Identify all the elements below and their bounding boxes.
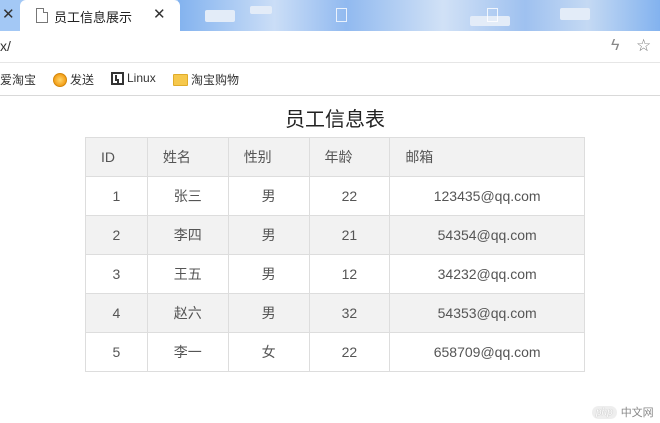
tab-document-icon [487, 8, 498, 22]
bookmark-item[interactable]: 爱淘宝 [0, 71, 36, 88]
header-gender: 性别 [227, 137, 310, 177]
table-row: 1 张三 男 22 123435@qq.com [85, 176, 585, 216]
cell-email: 54354@qq.com [389, 215, 585, 255]
employee-table: ID 姓名 性别 年龄 邮箱 1 张三 男 22 123435@qq.com 2… [85, 137, 585, 372]
cell-age: 22 [308, 332, 391, 372]
bookmark-label: 发送 [70, 73, 95, 87]
cell-email: 658709@qq.com [389, 332, 585, 372]
url-text[interactable]: x/ [0, 38, 11, 54]
cell-name: 李一 [146, 332, 229, 372]
cell-age: 32 [308, 293, 391, 333]
cell-email: 123435@qq.com [389, 176, 585, 216]
cell-gender: 女 [227, 332, 310, 372]
document-icon [36, 8, 48, 23]
cell-id: 4 [85, 293, 148, 333]
bookmark-label: 爱淘宝 [0, 73, 37, 87]
table-row: 3 王五 男 12 34232@qq.com [85, 254, 585, 294]
cell-age: 22 [308, 176, 391, 216]
cell-id: 2 [85, 215, 148, 255]
header-age: 年龄 [308, 137, 391, 177]
cell-email: 54353@qq.com [389, 293, 585, 333]
cell-id: 5 [85, 332, 148, 372]
folder-icon [173, 73, 188, 86]
table-row: 4 赵六 男 32 54353@qq.com [85, 293, 585, 333]
blurred-region [250, 6, 272, 14]
star-icon[interactable]: ☆ [636, 36, 651, 56]
cell-name: 王五 [146, 254, 229, 294]
cell-gender: 男 [227, 254, 310, 294]
cell-gender: 男 [227, 293, 310, 333]
tab-active[interactable]: 员工信息展示 ✕ [20, 0, 180, 31]
address-bar[interactable]: x/ ϟ ☆ [0, 31, 660, 63]
bookmark-label: 淘宝购物 [191, 73, 240, 87]
table-header-row: ID 姓名 性别 年龄 邮箱 [85, 137, 585, 177]
page-title: 员工信息表 [285, 109, 385, 131]
header-id: ID [85, 137, 148, 177]
cell-name: 张三 [146, 176, 229, 216]
tab-strip: ✕ 员工信息展示 ✕ [0, 0, 660, 31]
bookmark-item[interactable]: 发送 [53, 71, 94, 88]
cell-age: 21 [308, 215, 391, 255]
cell-id: 3 [85, 254, 148, 294]
cell-name: 赵六 [146, 293, 229, 333]
cell-id: 1 [85, 176, 148, 216]
php-logo: php [592, 405, 617, 419]
tab-document-icon [336, 8, 347, 22]
cell-email: 34232@qq.com [389, 254, 585, 294]
tab-title: 员工信息展示 [54, 10, 133, 25]
cell-age: 12 [308, 254, 391, 294]
lightning-icon[interactable]: ϟ [611, 37, 619, 55]
header-email: 邮箱 [389, 137, 585, 177]
close-icon[interactable]: ✕ [153, 6, 166, 24]
watermark-text: 中文网 [620, 407, 654, 419]
blurred-region [205, 10, 235, 22]
table-row: 2 李四 男 21 54354@qq.com [85, 215, 585, 255]
linux-icon [111, 71, 124, 85]
cell-gender: 男 [227, 176, 310, 216]
orange-circle-icon [53, 72, 67, 87]
cell-name: 李四 [146, 215, 229, 255]
header-name: 姓名 [146, 137, 229, 177]
bookmark-item[interactable]: Linux [111, 71, 156, 85]
bookmarks-bar: 爱淘宝 发送 Linux 淘宝购物 [0, 63, 660, 96]
bookmark-label: Linux [127, 71, 156, 85]
bookmark-item[interactable]: 淘宝购物 [173, 71, 239, 88]
close-icon[interactable]: ✕ [2, 6, 16, 24]
table-row: 5 李一 女 22 658709@qq.com [85, 332, 585, 372]
watermark: php 中文网 [592, 404, 654, 420]
blurred-region [560, 8, 590, 20]
cell-gender: 男 [227, 215, 310, 255]
